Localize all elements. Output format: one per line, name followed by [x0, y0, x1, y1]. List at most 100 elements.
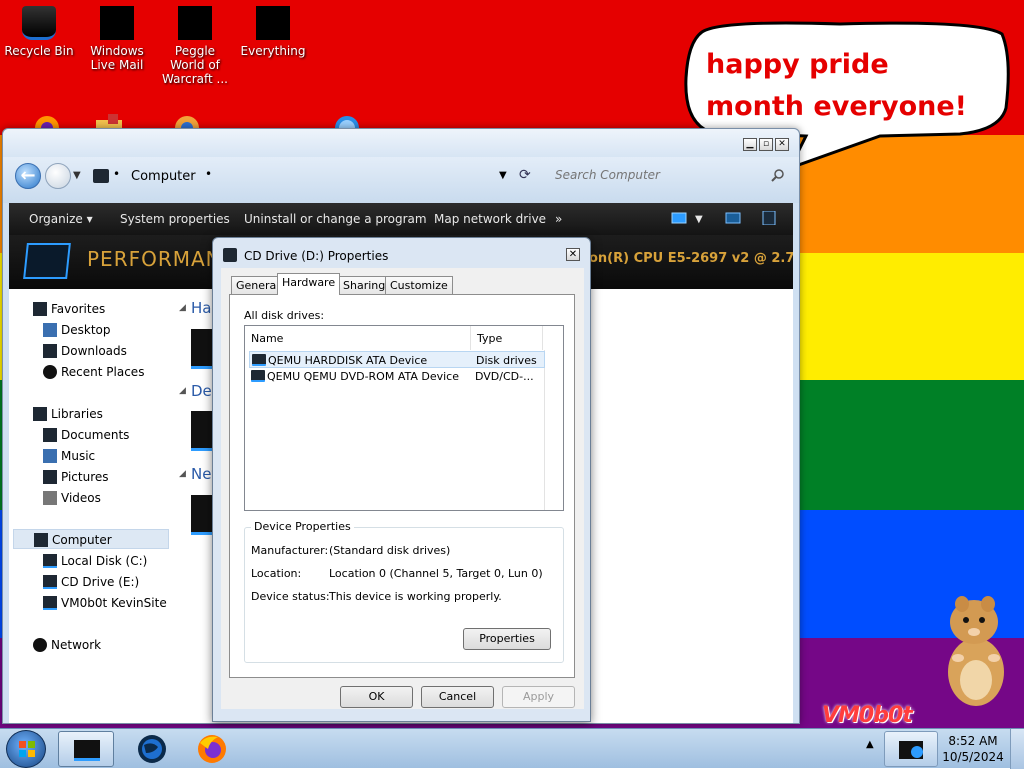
nav-cd-drive[interactable]: CD Drive (E:)	[9, 572, 169, 592]
vm0b0t-logo: VM0b0t	[822, 703, 913, 728]
desktop-icon-label: Everything	[240, 44, 306, 58]
view-options-dropdown-icon[interactable]: ▼	[695, 214, 703, 225]
videos-icon	[43, 491, 57, 505]
nav-desktop[interactable]: Desktop	[9, 320, 169, 340]
nav-pictures[interactable]: Pictures	[9, 467, 169, 487]
recent-places-icon	[43, 365, 57, 379]
nav-local-disk[interactable]: Local Disk (C:)	[9, 551, 169, 571]
hamster-sticker	[948, 596, 1004, 706]
clock-time[interactable]: 8:52 AM	[940, 734, 1006, 748]
nav-documents[interactable]: Documents	[9, 425, 169, 445]
taskbar-globe-button[interactable]	[124, 731, 180, 767]
desktop-icon-windows-live-mail[interactable]: Windows Live Mail	[78, 6, 156, 72]
location-value: Location 0 (Channel 5, Target 0, Lun 0)	[329, 567, 543, 580]
cd-drive-icon	[43, 575, 57, 589]
desktop-icon-recycle-bin[interactable]: Recycle Bin	[0, 6, 78, 58]
desktop-icon-label: Peggle World of Warcraft ...	[162, 44, 228, 86]
tab-customize[interactable]: Customize	[385, 276, 453, 294]
desktop-icon-peggle[interactable]: Peggle World of Warcraft ...	[156, 6, 234, 86]
disk-drives-list[interactable]: Name Type QEMU HARDDISK ATA Device Disk …	[244, 325, 564, 511]
camera-drive-icon	[899, 741, 923, 759]
device-properties-button[interactable]: Properties	[463, 628, 551, 650]
map-network-drive-button[interactable]: Map network drive	[434, 212, 546, 226]
apply-button[interactable]: Apply	[502, 686, 575, 708]
nav-label: Recent Places	[61, 365, 145, 379]
explorer-title-bar[interactable]: ▁ ▫ ✕	[3, 129, 799, 157]
breadcrumb-separator-icon[interactable]: •	[113, 167, 120, 181]
dialog-title: CD Drive (D:) Properties	[244, 249, 389, 263]
nav-music[interactable]: Music	[9, 446, 169, 466]
address-bar[interactable]: • Computer • ▼ ⟳	[89, 164, 543, 190]
list-item[interactable]: QEMU QEMU DVD-ROM ATA Device DVD/CD-...	[249, 368, 545, 385]
drive-icon	[43, 554, 57, 568]
drive-name: QEMU HARDDISK ATA Device	[268, 354, 428, 367]
tray-app-icon[interactable]	[884, 731, 938, 767]
nav-downloads[interactable]: Downloads	[9, 341, 169, 361]
taskbar-firefox-button[interactable]	[184, 731, 240, 767]
manufacturer-value: (Standard disk drives)	[329, 544, 451, 557]
dialog-close-button[interactable]: ✕	[566, 248, 580, 261]
chevron-down-icon: ▾	[86, 212, 93, 226]
refresh-icon[interactable]: ⟳	[519, 167, 531, 183]
nav-libraries[interactable]: Libraries	[9, 404, 169, 424]
nav-vm-site[interactable]: VM0b0t KevinSite	[9, 593, 169, 613]
show-hidden-icons-button[interactable]: ▲	[866, 739, 874, 750]
collapse-icon[interactable]: ◢	[179, 469, 189, 479]
nav-favorites[interactable]: Favorites	[9, 299, 169, 319]
organize-button[interactable]: Organize ▾	[29, 212, 93, 226]
taskbar-explorer-button[interactable]	[58, 731, 114, 767]
collapse-icon[interactable]: ◢	[179, 303, 189, 313]
globe-icon	[138, 735, 166, 763]
start-button[interactable]	[6, 730, 46, 768]
monitor-icon	[23, 243, 71, 279]
nav-network[interactable]: Network	[9, 635, 169, 655]
nav-computer[interactable]: Computer	[13, 529, 169, 549]
search-box[interactable]	[551, 164, 791, 190]
column-header-name[interactable]: Name	[245, 326, 471, 350]
tab-sharing[interactable]: Sharing	[338, 276, 391, 294]
system-properties-button[interactable]: System properties	[120, 212, 230, 226]
address-dropdown-icon[interactable]: ▼	[499, 170, 507, 181]
show-desktop-button[interactable]	[1010, 729, 1024, 769]
favorites-icon	[33, 302, 47, 316]
collapse-icon[interactable]: ◢	[179, 386, 189, 396]
nav-recent-places[interactable]: Recent Places	[9, 362, 169, 382]
breadcrumb-separator-icon[interactable]: •	[205, 167, 212, 181]
desktop-icon-everything[interactable]: Everything	[234, 6, 312, 58]
column-header-type[interactable]: Type	[471, 326, 543, 350]
nav-label: Pictures	[61, 470, 109, 484]
dvd-drive-icon	[251, 370, 265, 382]
list-item[interactable]: QEMU HARDDISK ATA Device Disk drives	[249, 351, 545, 368]
nav-videos[interactable]: Videos	[9, 488, 169, 508]
downloads-icon	[43, 344, 57, 358]
breadcrumb-computer[interactable]: Computer	[131, 169, 196, 184]
help-icon[interactable]	[761, 211, 777, 225]
forward-button[interactable]	[45, 163, 71, 189]
maximize-button[interactable]: ▫	[759, 138, 773, 151]
nav-label: Music	[61, 449, 96, 463]
nav-label: Documents	[61, 428, 130, 442]
ok-button[interactable]: OK	[340, 686, 413, 708]
recent-pages-dropdown[interactable]: ▼	[73, 170, 81, 181]
desktop-icon-label: Windows Live Mail	[90, 44, 144, 72]
pictures-icon	[43, 470, 57, 484]
taskbar: ▲ 8:52 AM 10/5/2024	[0, 728, 1024, 769]
nav-label: Local Disk (C:)	[61, 554, 148, 568]
minimize-button[interactable]: ▁	[743, 138, 757, 151]
more-commands-button[interactable]: »	[555, 212, 562, 226]
firefox-icon	[198, 735, 226, 763]
uninstall-program-button[interactable]: Uninstall or change a program	[244, 212, 427, 226]
preview-pane-icon[interactable]	[725, 211, 741, 225]
close-button[interactable]: ✕	[775, 138, 789, 151]
change-view-icon[interactable]	[671, 211, 687, 225]
back-button[interactable]: ←	[15, 163, 41, 189]
cancel-button[interactable]: Cancel	[421, 686, 494, 708]
all-disk-drives-label: All disk drives:	[244, 309, 325, 322]
nav-label: Videos	[61, 491, 101, 505]
nav-label: CD Drive (E:)	[61, 575, 140, 589]
clock-date[interactable]: 10/5/2024	[940, 750, 1006, 764]
search-icon[interactable]	[771, 168, 785, 182]
tab-hardware[interactable]: Hardware	[277, 273, 341, 295]
search-input[interactable]	[555, 168, 755, 182]
desktop-icon-label: Recycle Bin	[4, 44, 74, 58]
